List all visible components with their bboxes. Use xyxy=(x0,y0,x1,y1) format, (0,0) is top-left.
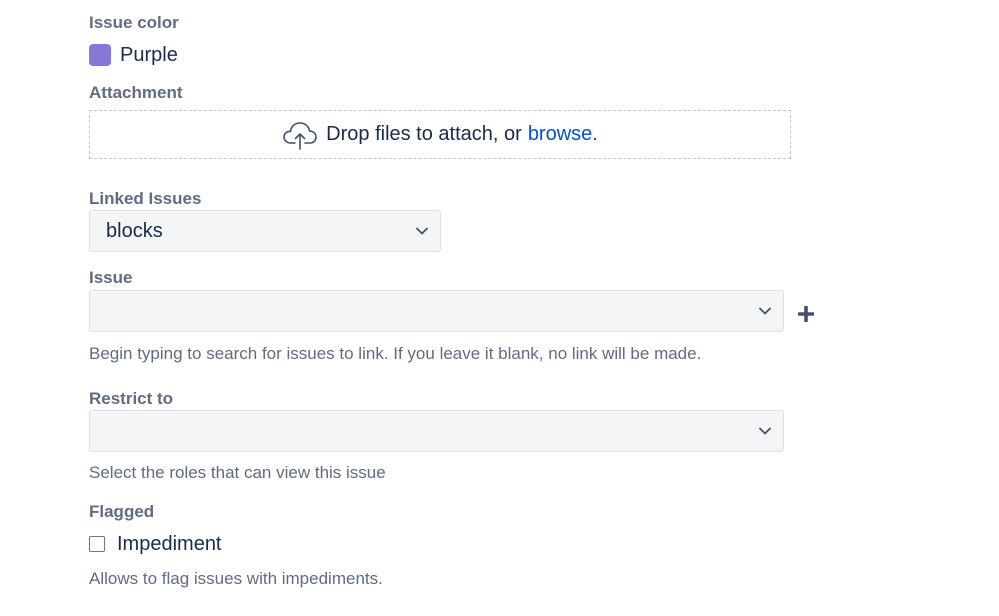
impediment-option[interactable]: Impediment xyxy=(89,530,222,558)
linked-issues-value: blocks xyxy=(106,219,163,242)
color-swatch xyxy=(89,44,111,66)
issue-help-text: Begin typing to search for issues to lin… xyxy=(89,344,702,363)
issue-color-value[interactable]: Purple xyxy=(89,41,178,69)
issue-color-label: Issue color xyxy=(89,13,179,32)
impediment-checkbox[interactable] xyxy=(89,536,105,552)
chevron-down-icon xyxy=(416,227,428,235)
issue-label: Issue xyxy=(89,268,133,287)
add-issue-link-button[interactable] xyxy=(795,303,817,325)
restrict-to-help-text: Select the roles that can view this issu… xyxy=(89,463,386,482)
linked-issues-select[interactable]: blocks xyxy=(89,210,441,252)
issue-color-name: Purple xyxy=(120,43,178,66)
attachment-dropzone[interactable]: Drop files to attach, or browse. xyxy=(89,110,791,159)
attachment-label: Attachment xyxy=(89,83,183,102)
drop-files-text: Drop files to attach, or xyxy=(326,123,522,145)
browse-link[interactable]: browse. xyxy=(528,123,598,146)
restrict-to-select[interactable] xyxy=(89,410,784,452)
flagged-help-text: Allows to flag issues with impediments. xyxy=(89,569,383,588)
chevron-down-icon xyxy=(759,427,771,435)
flagged-label: Flagged xyxy=(89,502,155,521)
issue-select[interactable] xyxy=(89,290,784,332)
cloud-upload-icon xyxy=(283,121,317,150)
restrict-to-label: Restrict to xyxy=(89,389,174,408)
impediment-label[interactable]: Impediment xyxy=(117,533,222,556)
chevron-down-icon xyxy=(759,307,771,315)
linked-issues-label: Linked Issues xyxy=(89,189,202,208)
